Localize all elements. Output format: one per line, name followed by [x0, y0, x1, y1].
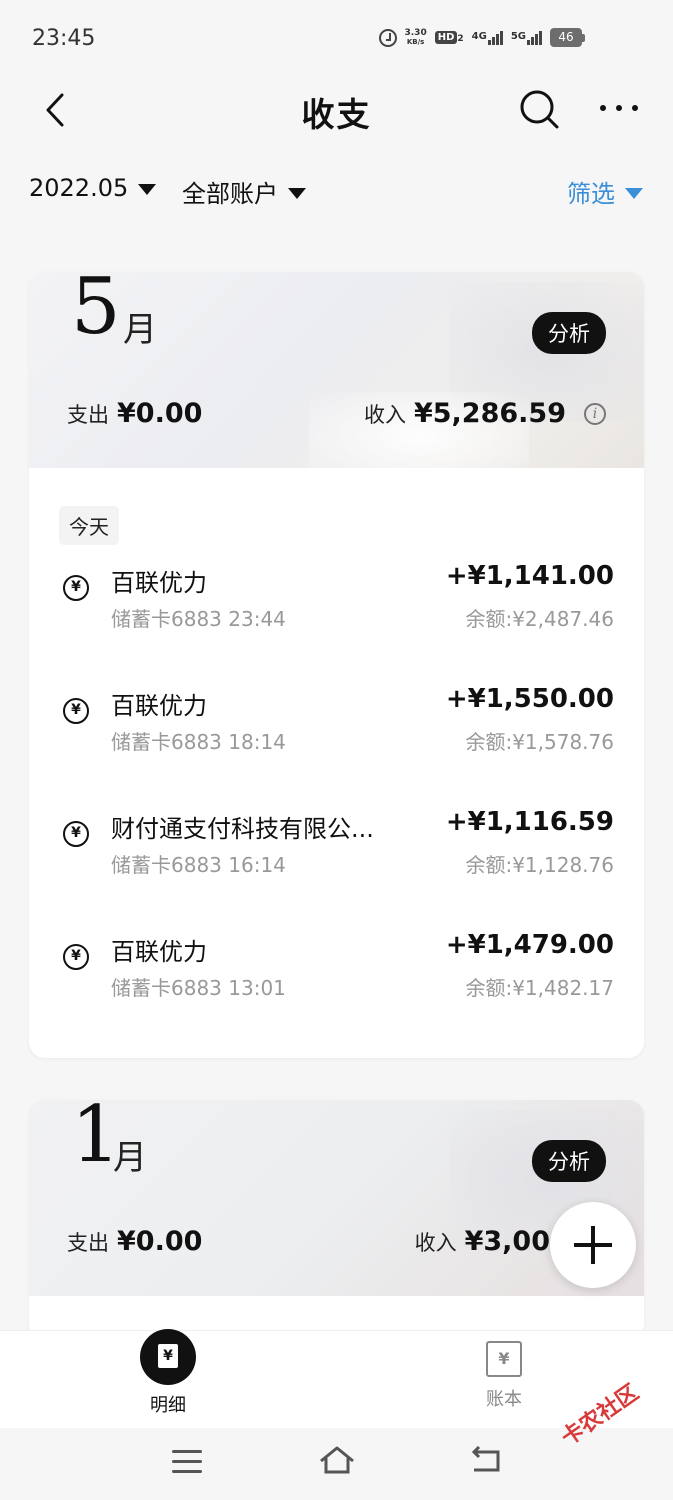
tab-detail-label: 明细 [150, 1395, 186, 1416]
filter-bar: 2022.05 全部账户 筛选 [0, 160, 673, 220]
transaction-balance: 余额:¥1,128.76 [465, 853, 614, 877]
back-nav-icon[interactable] [470, 1446, 502, 1474]
yuan-icon: ¥ [63, 944, 89, 970]
home-icon[interactable] [318, 1444, 356, 1476]
month-filter-label: 2022.05 [29, 174, 129, 202]
net-speed: 3.30 KB/s [404, 27, 427, 47]
transaction-amount: +¥1,550.00 [445, 684, 614, 714]
transaction-row[interactable]: ¥ 财付通支付科技有限公... 储蓄卡6883 16:14 +¥1,116.59… [59, 791, 614, 914]
more-icon[interactable] [598, 100, 640, 116]
status-icons: 3.30 KB/s HD 2 4G 5G 46 [378, 27, 585, 47]
search-icon[interactable] [518, 88, 560, 130]
expense-summary: 支出 ¥0.00 [67, 398, 202, 429]
alarm-icon [378, 28, 397, 47]
day-label: 今天 [59, 506, 119, 545]
income-label: 收入 [414, 1231, 457, 1255]
signal-4g-label: 4G [471, 30, 487, 42]
hd-icon: HD 2 [434, 31, 464, 44]
analyze-button[interactable]: 分析 [532, 1140, 606, 1182]
net-speed-value: 3.30 [404, 27, 427, 38]
transaction-account-time: 储蓄卡6883 23:44 [111, 607, 286, 631]
transaction-row[interactable]: ¥ 百联优力 储蓄卡6883 23:44 +¥1,141.00 余额:¥2,48… [59, 545, 614, 668]
transaction-balance: 余额:¥2,487.46 [465, 607, 614, 631]
battery-icon: 46 [550, 28, 585, 47]
transaction-name: 财付通支付科技有限公... [111, 815, 374, 843]
signal-5g-label: 5G [510, 30, 526, 42]
expense-amount: ¥0.00 [117, 398, 203, 429]
signal-4g-icon: 4G [471, 30, 503, 45]
transaction-name: 百联优力 [111, 938, 207, 966]
transaction-account-time: 储蓄卡6883 18:14 [111, 730, 286, 754]
receipt-icon: ¥ [140, 1329, 196, 1385]
month-card-header: 5 月 分析 支出 ¥0.00 收入 ¥5,286.59 i [29, 272, 644, 482]
ledger-icon: ¥ [486, 1341, 522, 1377]
info-icon[interactable]: i [584, 402, 606, 425]
hd-label: HD [434, 31, 458, 44]
battery-level: 46 [550, 28, 582, 47]
transaction-balance: 余额:¥1,578.76 [465, 730, 614, 754]
menu-icon[interactable] [172, 1450, 202, 1474]
caret-down-icon [138, 184, 157, 195]
status-time: 23:45 [32, 26, 96, 51]
add-record-button[interactable] [550, 1202, 636, 1288]
tab-book-label: 账本 [486, 1389, 522, 1410]
receipt-yuan-glyph: ¥ [158, 1344, 178, 1368]
signal-5g-icon: 5G [510, 30, 542, 45]
transaction-name: 百联优力 [111, 692, 207, 720]
status-bar: 23:45 3.30 KB/s HD 2 4G 5G 46 [0, 0, 673, 80]
yuan-icon: ¥ [63, 575, 89, 601]
hd-sub: 2 [457, 34, 464, 44]
transaction-amount: +¥1,479.00 [445, 930, 614, 960]
month-card-january: 1 月 分析 支出 ¥0.00 收入 ¥3,00 [29, 1100, 644, 1340]
transaction-row[interactable]: ¥ 百联优力 储蓄卡6883 18:14 +¥1,550.00 余额:¥1,57… [59, 668, 614, 791]
transaction-name: 百联优力 [111, 569, 207, 597]
screen-filter[interactable]: 筛选 [567, 174, 643, 209]
caret-down-icon [625, 187, 643, 199]
screen-filter-label: 筛选 [567, 180, 615, 208]
expense-summary: 支出 ¥0.00 [67, 1226, 202, 1257]
transaction-row[interactable]: ¥ 百联优力 储蓄卡6883 13:01 +¥1,479.00 余额:¥1,48… [59, 914, 614, 1037]
transaction-amount: +¥1,141.00 [445, 561, 614, 591]
transaction-balance: 余额:¥1,482.17 [465, 976, 614, 1000]
expense-amount: ¥0.00 [117, 1226, 203, 1257]
transaction-list: 今天 ¥ 百联优力 储蓄卡6883 23:44 +¥1,141.00 余额:¥2… [29, 468, 644, 1058]
month-unit: 月 [123, 310, 157, 350]
transaction-amount: +¥1,116.59 [445, 807, 614, 837]
income-summary: 收入 ¥5,286.59 i [364, 398, 606, 429]
page-title: 收支 [301, 95, 372, 134]
net-speed-unit: KB/s [406, 37, 425, 46]
yuan-icon: ¥ [63, 698, 89, 724]
month-unit: 月 [113, 1138, 147, 1178]
account-filter-label: 全部账户 [182, 180, 278, 208]
month-card-may: 5 月 分析 支出 ¥0.00 收入 ¥5,286.59 i 今天 ¥ 百联优力… [29, 272, 644, 1058]
income-amount: ¥3,00 [464, 1226, 550, 1257]
income-summary: 收入 ¥3,00 [415, 1226, 550, 1257]
income-amount: ¥5,286.59 [413, 398, 566, 429]
expense-label: 支出 [67, 403, 109, 427]
transaction-account-time: 储蓄卡6883 16:14 [111, 853, 286, 877]
expense-label: 支出 [67, 1231, 109, 1255]
caret-down-icon [288, 187, 306, 199]
month-filter[interactable]: 2022.05 [29, 174, 157, 202]
yuan-icon: ¥ [63, 821, 89, 847]
income-label: 收入 [363, 403, 406, 427]
month-number: 5 [71, 272, 121, 352]
account-filter[interactable]: 全部账户 [182, 174, 306, 209]
tab-detail[interactable]: ¥ 明细 [108, 1329, 228, 1417]
tab-book[interactable]: ¥ 账本 [444, 1331, 564, 1411]
month-card-header: 1 月 分析 支出 ¥0.00 收入 ¥3,00 [29, 1100, 644, 1296]
transaction-account-time: 储蓄卡6883 13:01 [111, 976, 286, 1000]
app-header: 收支 [0, 72, 673, 148]
analyze-button[interactable]: 分析 [532, 312, 606, 354]
